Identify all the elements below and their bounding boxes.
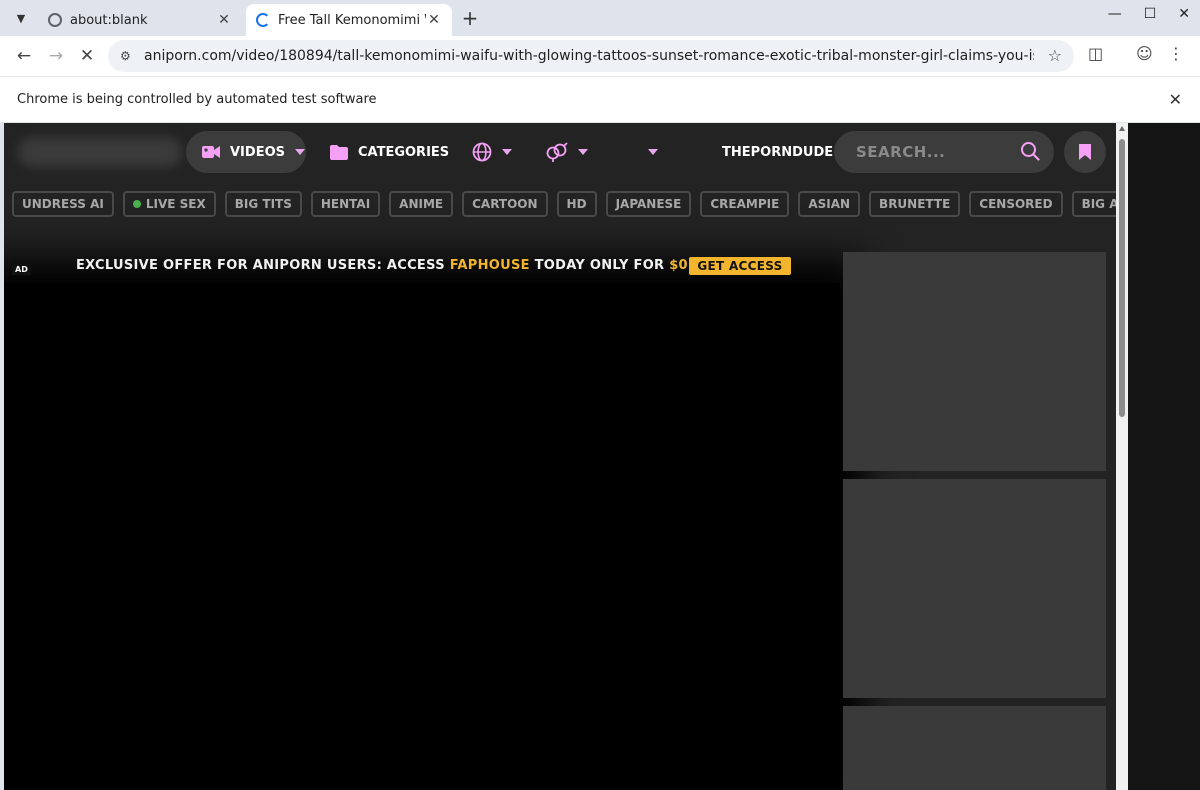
- scrollbar-thumb[interactable]: [1119, 139, 1125, 417]
- offer-prefix: EXCLUSIVE OFFER FOR ANIPORN USERS: ACCES…: [76, 258, 450, 273]
- chip-hentai[interactable]: HENTAI: [310, 191, 381, 217]
- offer-middle: TODAY ONLY FOR: [529, 258, 670, 273]
- minimize-icon[interactable]: —: [1108, 6, 1122, 22]
- chip-label: JAPANESE: [615, 197, 682, 211]
- chip-label: LIVE SEX: [145, 197, 206, 211]
- chip-label: ASIAN: [808, 197, 851, 211]
- category-chips: UNDRESS AI LIVE SEX BIG TITS HENTAI ANIM…: [12, 191, 1116, 217]
- tab-strip: ▼ about:blank ✕ Free Tall Kemonomimi Wa …: [0, 0, 1200, 36]
- site-settings-icon[interactable]: ⚙: [120, 49, 136, 63]
- close-icon[interactable]: ✕: [426, 12, 442, 28]
- chip-label: HENTAI: [320, 197, 371, 211]
- close-icon[interactable]: ✕: [216, 12, 232, 28]
- more-dropdown[interactable]: [638, 131, 658, 173]
- orientation-selector[interactable]: [546, 131, 588, 173]
- theporndude-link[interactable]: THEPORNDUDE: [722, 131, 833, 173]
- tab-active-video[interactable]: Free Tall Kemonomimi Wa ✕: [246, 4, 452, 36]
- chip-anime[interactable]: ANIME: [389, 191, 454, 217]
- extensions-icon[interactable]: ◫: [1088, 44, 1103, 63]
- page-scrollbar[interactable]: [1116, 123, 1128, 790]
- close-window-icon[interactable]: ✕: [1178, 6, 1190, 22]
- stop-loading-icon[interactable]: ✕: [75, 44, 99, 68]
- categories-link[interactable]: CATEGORIES: [330, 131, 449, 173]
- page-right-gutter: [1128, 123, 1200, 790]
- videos-menu-button[interactable]: VIDEOS: [186, 131, 306, 173]
- chip-label: CREAMPIE: [710, 197, 780, 211]
- folder-icon: [330, 144, 348, 160]
- chip-hd[interactable]: HD: [556, 191, 597, 217]
- url-text: aniporn.com/video/180894/tall-kemonomimi…: [144, 48, 1034, 64]
- chip-label: BIG ASS: [1081, 197, 1116, 211]
- offer-brand: FAPHOUSE: [449, 258, 530, 273]
- chip-label: CARTOON: [472, 197, 538, 211]
- scroll-up-arrow-icon[interactable]: [1119, 126, 1125, 131]
- chip-big-tits[interactable]: BIG TITS: [224, 191, 302, 217]
- menu-kebab-icon[interactable]: ⋮: [1168, 44, 1184, 63]
- caret-down-icon: [648, 149, 658, 155]
- video-camera-icon: [202, 146, 220, 158]
- browser-toolbar: ← → ✕ ⚙ aniporn.com/video/180894/tall-ke…: [0, 36, 1200, 76]
- chip-japanese[interactable]: JAPANESE: [605, 191, 692, 217]
- chip-cartoon[interactable]: CARTOON: [462, 191, 548, 217]
- chevron-down-icon: ▼: [16, 11, 26, 25]
- automation-infobar: Chrome is being controlled by automated …: [0, 76, 1200, 122]
- globe-icon: [472, 142, 492, 162]
- chip-live-sex[interactable]: LIVE SEX: [122, 191, 216, 217]
- language-selector[interactable]: [472, 131, 512, 173]
- theporndude-label: THEPORNDUDE: [722, 144, 834, 160]
- forward-arrow-icon[interactable]: →: [44, 44, 68, 68]
- profile-icon[interactable]: ☺: [1136, 44, 1153, 63]
- chip-asian[interactable]: ASIAN: [798, 191, 861, 217]
- new-tab-button[interactable]: +: [458, 6, 482, 30]
- chip-label: BIG TITS: [234, 197, 292, 211]
- chip-label: HD: [566, 197, 587, 211]
- chip-label: BRUNETTE: [879, 197, 951, 211]
- site-logo[interactable]: [18, 137, 182, 167]
- caret-down-icon: [502, 149, 512, 155]
- videos-label: VIDEOS: [230, 144, 285, 160]
- tab-title: about:blank: [70, 12, 148, 28]
- caret-down-icon: [294, 149, 305, 155]
- loading-spinner-icon: [256, 13, 270, 27]
- chip-label: UNDRESS AI: [22, 197, 104, 211]
- get-access-button[interactable]: GET ACCESS: [689, 257, 791, 275]
- sidebar-thumbnail[interactable]: [843, 252, 1106, 471]
- ad-label: AD: [12, 264, 31, 275]
- video-player[interactable]: [4, 283, 840, 790]
- tab-search-button[interactable]: ▼: [8, 6, 34, 30]
- ad-offer-text[interactable]: EXCLUSIVE OFFER FOR ANIPORN USERS: ACCES…: [76, 258, 718, 273]
- search-bar: [834, 131, 1054, 173]
- bookmark-icon: [1079, 144, 1091, 160]
- chip-big-ass[interactable]: BIG ASS: [1071, 191, 1116, 217]
- chip-undress-ai[interactable]: UNDRESS AI: [12, 191, 114, 217]
- window-controls: — ☐ ✕: [1108, 6, 1190, 22]
- chip-censored[interactable]: CENSORED: [969, 191, 1063, 217]
- sidebar-thumbnail[interactable]: [843, 706, 1106, 790]
- search-input[interactable]: [856, 143, 1006, 161]
- gender-icon: [546, 142, 568, 162]
- tab-about-blank[interactable]: about:blank ✕: [38, 4, 242, 36]
- bookmark-star-icon[interactable]: ☆: [1048, 46, 1062, 65]
- site-header: VIDEOS CATEGORIES THEPORNDUDE SEARCH...: [4, 123, 1116, 183]
- chip-label: ANIME: [399, 197, 444, 211]
- close-icon[interactable]: ✕: [1169, 90, 1182, 109]
- chip-brunette[interactable]: BRUNETTE: [869, 191, 961, 217]
- back-arrow-icon[interactable]: ←: [12, 44, 36, 68]
- bookmarks-button[interactable]: [1064, 131, 1106, 173]
- categories-label: CATEGORIES: [358, 144, 450, 160]
- chip-creampie[interactable]: CREAMPIE: [700, 191, 790, 217]
- live-dot-icon: [132, 200, 141, 208]
- address-bar[interactable]: ⚙ aniporn.com/video/180894/tall-kemonomi…: [108, 40, 1074, 72]
- sidebar-thumbnail[interactable]: [843, 479, 1106, 698]
- search-icon[interactable]: [1020, 141, 1040, 161]
- tab-title: Free Tall Kemonomimi Wa: [278, 12, 426, 28]
- chip-label: CENSORED: [979, 197, 1053, 211]
- infobar-message: Chrome is being controlled by automated …: [17, 92, 377, 107]
- caret-down-icon: [578, 149, 588, 155]
- maximize-icon[interactable]: ☐: [1144, 6, 1157, 22]
- web-page: VIDEOS CATEGORIES THEPORNDUDE SEARCH... …: [4, 123, 1116, 790]
- globe-icon: [48, 13, 62, 27]
